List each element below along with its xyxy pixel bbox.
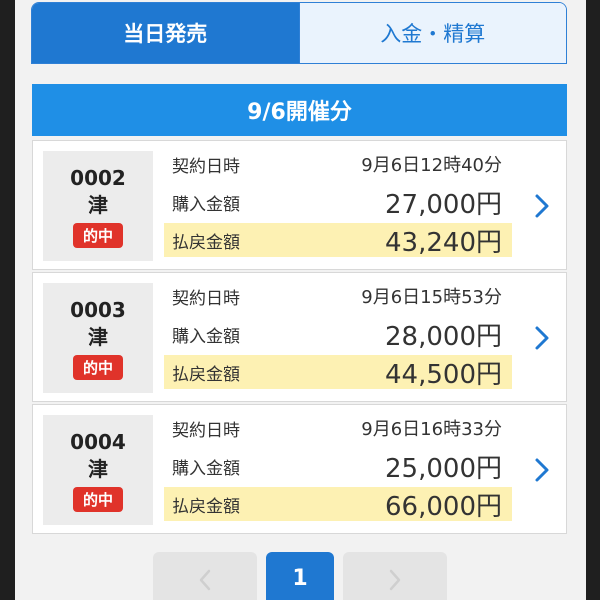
- chevron-right-icon[interactable]: [530, 191, 554, 221]
- payout-amount-value: 43,240円: [385, 227, 502, 258]
- bet-card-id-panel: 0003 津 的中: [43, 283, 153, 393]
- pagination: 1: [15, 552, 586, 600]
- bet-card-id-panel: 0002 津 的中: [43, 151, 153, 261]
- purchase-amount-row: 購入金額 28,000円: [164, 317, 512, 352]
- purchase-amount-label: 購入金額: [172, 326, 240, 347]
- payout-amount-label: 払戻金額: [172, 496, 240, 517]
- date-section-header: 9/6開催分: [32, 84, 567, 136]
- contract-time-label: 契約日時: [172, 420, 240, 441]
- contract-time-label: 契約日時: [172, 288, 240, 309]
- app-frame: 当日発売 入金・精算 9/6開催分 0002 津 的中 契約日時 9月6日12時…: [15, 0, 586, 600]
- venue-name: 津: [88, 456, 108, 481]
- purchase-amount-label: 購入金額: [172, 458, 240, 479]
- bet-card[interactable]: 0003 津 的中 契約日時 9月6日15時53分 購入金額 28,000円 払…: [32, 272, 567, 402]
- payout-amount-row: 払戻金額 44,500円: [164, 355, 512, 390]
- prev-page-button[interactable]: [153, 552, 257, 600]
- contract-time-row: 契約日時 9月6日12時40分: [164, 147, 512, 181]
- payout-amount-row: 払戻金額 43,240円: [164, 223, 512, 258]
- payout-amount-value: 66,000円: [385, 491, 502, 522]
- payout-amount-label: 払戻金額: [172, 232, 240, 253]
- tab-bar: 当日発売 入金・精算: [31, 2, 567, 64]
- payout-amount-label: 払戻金額: [172, 364, 240, 385]
- hit-badge: 的中: [72, 354, 123, 380]
- bet-number: 0002: [70, 165, 126, 190]
- tab-deposit-settlement[interactable]: 入金・精算: [298, 3, 566, 63]
- purchase-amount-value: 27,000円: [385, 189, 502, 220]
- bet-card-id-panel: 0004 津 的中: [43, 415, 153, 525]
- contract-time-row: 契約日時 9月6日15時53分: [164, 279, 512, 313]
- bet-card[interactable]: 0004 津 的中 契約日時 9月6日16時33分 購入金額 25,000円 払…: [32, 404, 567, 534]
- hit-badge: 的中: [72, 486, 123, 512]
- contract-time-label: 契約日時: [172, 156, 240, 177]
- contract-time-row: 契約日時 9月6日16時33分: [164, 411, 512, 445]
- purchase-amount-value: 25,000円: [385, 453, 502, 484]
- purchase-amount-row: 購入金額 27,000円: [164, 185, 512, 220]
- current-page-button[interactable]: 1: [266, 552, 334, 600]
- hit-badge: 的中: [72, 222, 123, 248]
- next-page-button[interactable]: [343, 552, 447, 600]
- venue-name: 津: [88, 192, 108, 217]
- payout-amount-value: 44,500円: [385, 359, 502, 390]
- chevron-right-icon[interactable]: [530, 455, 554, 485]
- purchase-amount-value: 28,000円: [385, 321, 502, 352]
- contract-time-value: 9月6日15時53分: [361, 287, 502, 308]
- contract-time-value: 9月6日16時33分: [361, 419, 502, 440]
- chevron-right-icon: [388, 568, 402, 596]
- venue-name: 津: [88, 324, 108, 349]
- bet-number: 0004: [70, 429, 126, 454]
- contract-time-value: 9月6日12時40分: [361, 155, 502, 176]
- chevron-right-icon[interactable]: [530, 323, 554, 353]
- payout-amount-row: 払戻金額 66,000円: [164, 487, 512, 522]
- tab-same-day-sales[interactable]: 当日発売: [32, 3, 299, 63]
- chevron-left-icon: [198, 568, 212, 596]
- purchase-amount-row: 購入金額 25,000円: [164, 449, 512, 484]
- bet-number: 0003: [70, 297, 126, 322]
- bet-card[interactable]: 0002 津 的中 契約日時 9月6日12時40分 購入金額 27,000円 払…: [32, 140, 567, 270]
- purchase-amount-label: 購入金額: [172, 194, 240, 215]
